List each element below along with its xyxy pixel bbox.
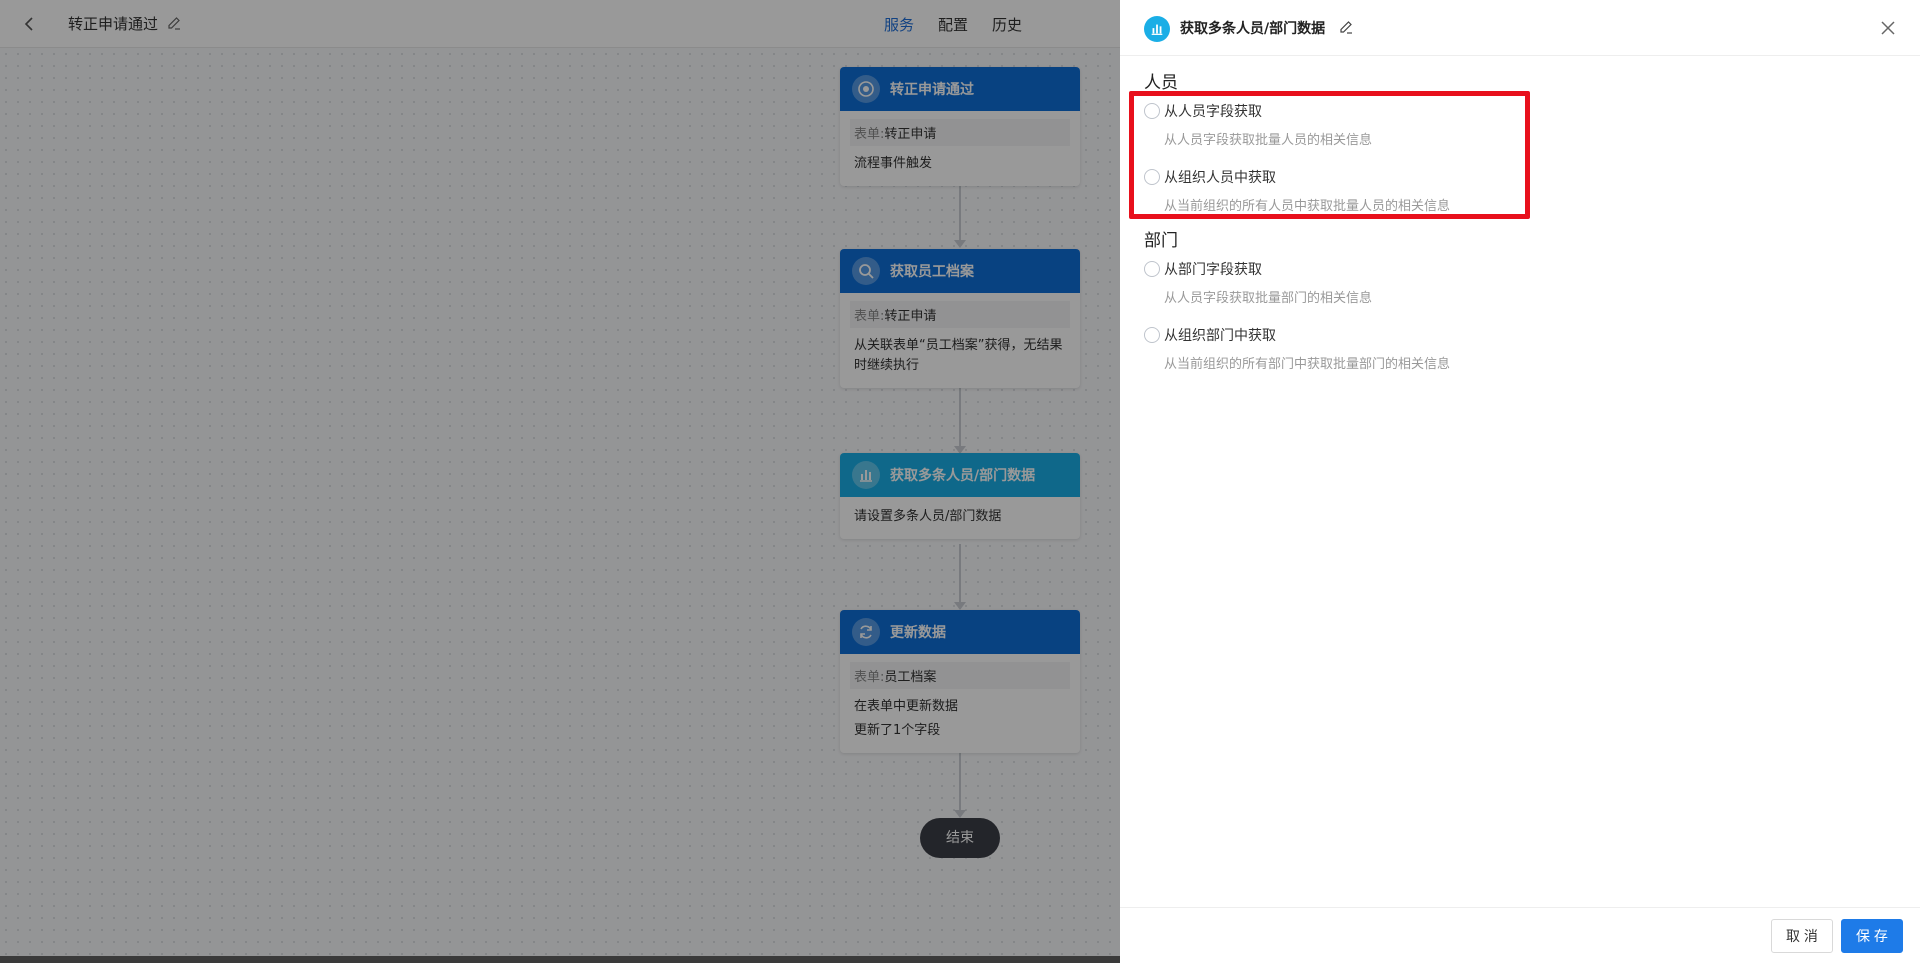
bar-chart-icon	[1144, 16, 1170, 42]
radio-button[interactable]	[1144, 261, 1160, 277]
option-label[interactable]: 从部门字段获取	[1164, 259, 1262, 279]
section-title-department: 部门	[1144, 231, 1178, 251]
radio-button[interactable]	[1144, 327, 1160, 343]
settings-drawer: 获取多条人员/部门数据 人员 从人员字段获取 从人员字段获取批量人员的相关信息 …	[1120, 0, 1920, 963]
horizontal-scrollbar[interactable]	[0, 956, 1120, 963]
edit-pencil-icon[interactable]	[1338, 19, 1354, 35]
cancel-button[interactable]: 取 消	[1771, 919, 1833, 953]
option-description: 从当前组织的所有部门中获取批量部门的相关信息	[1164, 357, 1451, 372]
save-button[interactable]: 保 存	[1841, 919, 1903, 953]
section-title-personnel: 人员	[1144, 73, 1178, 93]
drawer-footer: 取 消 保 存	[1120, 907, 1920, 963]
radio-button[interactable]	[1144, 169, 1160, 185]
option-description: 从人员字段获取批量人员的相关信息	[1164, 133, 1373, 148]
option-description: 从当前组织的所有人员中获取批量人员的相关信息	[1164, 199, 1451, 214]
option-label[interactable]: 从组织部门中获取	[1164, 325, 1276, 345]
option-description: 从人员字段获取批量部门的相关信息	[1164, 291, 1373, 306]
drawer-header: 获取多条人员/部门数据	[1120, 0, 1920, 56]
option-label[interactable]: 从人员字段获取	[1164, 101, 1262, 121]
drawer-title: 获取多条人员/部门数据	[1180, 21, 1326, 37]
radio-button[interactable]	[1144, 103, 1160, 119]
modal-overlay[interactable]	[0, 0, 1120, 963]
option-label[interactable]: 从组织人员中获取	[1164, 167, 1276, 187]
close-icon[interactable]	[1878, 18, 1898, 38]
